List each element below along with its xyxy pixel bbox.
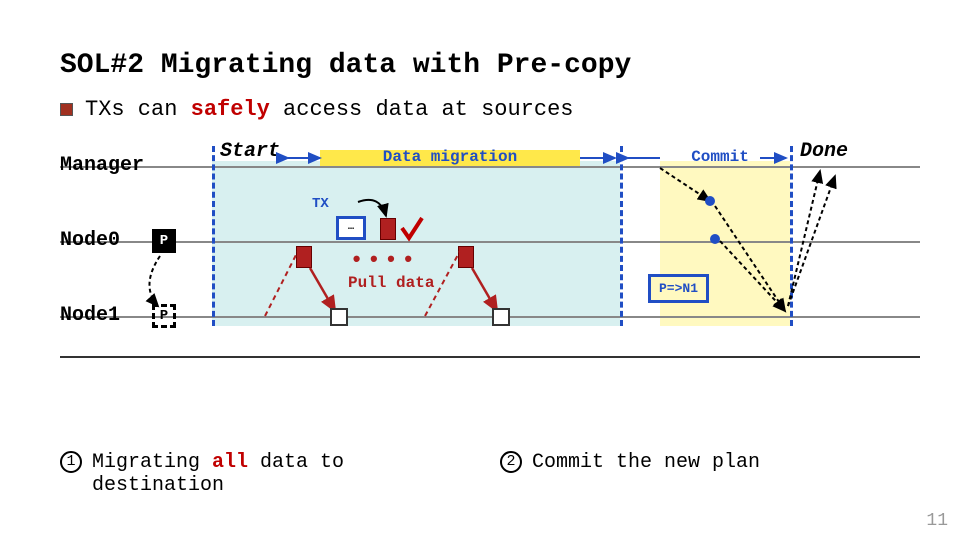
p-solid-box: P [152,229,176,253]
bullet-square-icon [60,103,73,116]
redblock-node0-1 [296,246,312,268]
whiteblock-2 [492,308,510,326]
timeline-diagram: Manager Node0 Node1 P P Start Done Data … [60,146,920,356]
slide-title: SOL#2 Migrating data with Pre-copy [60,50,912,81]
migration-label: Data migration [350,148,550,166]
pull-label: Pull data [348,274,434,292]
step-1-text: Migrating all data to destination [92,451,440,497]
vline-start [212,146,215,326]
page-number: 11 [926,511,948,531]
redblock-node0-2 [380,218,396,240]
commit-label: Commit [670,148,770,166]
commit-dot-1 [705,196,715,206]
node1-label: Node1 [60,304,120,327]
p-dashed-box: P [152,304,176,328]
ellipsis-dots: •••• [350,248,419,273]
bullet-em: safely [191,97,270,122]
bullet-pre: TXs can [85,97,191,122]
done-label: Done [800,140,848,163]
bullet-post: access data at sources [270,97,574,122]
node0-label: Node0 [60,229,120,252]
vline-mid [620,146,623,326]
tx-box: … [336,216,366,240]
redblock-node0-3 [458,246,474,268]
start-label: Start [220,140,280,163]
circled-1-icon: 1 [60,451,82,473]
manager-label: Manager [60,154,144,177]
migration-zone [212,161,620,326]
step1-pre: Migrating [92,451,212,474]
step-1: 1 Migrating all data to destination [60,451,440,497]
baseline [60,356,920,358]
commit-dot-2 [710,234,720,244]
tx-label: TX [312,196,329,212]
step1-em: all [212,451,248,474]
steps-row: 1 Migrating all data to destination 2 Co… [60,451,912,497]
circled-2-icon: 2 [500,451,522,473]
pn1-box: P=>N1 [648,274,709,303]
step-2-text: Commit the new plan [532,451,760,474]
step-2: 2 Commit the new plan [500,451,880,497]
vline-commit [790,146,793,326]
bullet-row: TXs can safely access data at sources [60,97,912,122]
whiteblock-1 [330,308,348,326]
p-curve-arrow [149,256,160,306]
bullet-text: TXs can safely access data at sources [85,97,574,122]
